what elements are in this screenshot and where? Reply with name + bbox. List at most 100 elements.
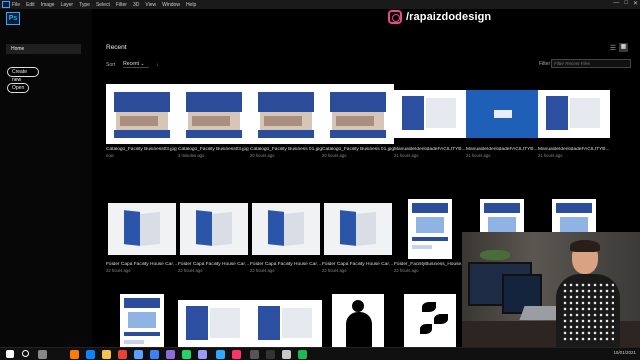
sort-direction-icon[interactable]: ↓ bbox=[157, 62, 160, 68]
list-view-icon[interactable]: ☰ bbox=[610, 44, 616, 52]
file-tile[interactable] bbox=[322, 294, 394, 354]
file-thumbnail[interactable] bbox=[178, 199, 250, 259]
edge-icon[interactable] bbox=[86, 350, 95, 359]
whatsapp-icon[interactable] bbox=[182, 350, 191, 359]
sort-bar: Sort Recent ⌄ ↓ bbox=[106, 61, 159, 68]
file-thumbnail[interactable] bbox=[322, 294, 394, 354]
menu-select[interactable]: Select bbox=[96, 2, 110, 8]
open-button[interactable]: Open bbox=[7, 83, 29, 93]
menu-layer[interactable]: Layer bbox=[61, 2, 74, 8]
menu-type[interactable]: Type bbox=[79, 2, 90, 8]
page-title: Recent bbox=[106, 44, 127, 51]
file-thumbnail[interactable] bbox=[466, 84, 538, 144]
file-tile[interactable]: Folder Capa Facility House Care... 22 hou… bbox=[322, 199, 394, 273]
maximize-button[interactable]: □ bbox=[624, 0, 628, 7]
create-new-button[interactable]: Create new bbox=[7, 67, 39, 83]
file-thumbnail[interactable] bbox=[322, 199, 394, 259]
file-thumbnail[interactable] bbox=[394, 84, 466, 144]
file-name: Catalogo_Facility Business03.jpg bbox=[106, 147, 177, 152]
close-button[interactable]: ✕ bbox=[633, 0, 638, 7]
file-tile[interactable]: Catalogo_Facility Business03.jpg 3 minute… bbox=[178, 84, 250, 158]
file-thumbnail[interactable] bbox=[394, 294, 466, 354]
file-time: 20 hours ago bbox=[250, 153, 275, 158]
sidebar-item-home[interactable]: Home bbox=[6, 44, 81, 54]
minimize-button[interactable]: — bbox=[613, 0, 619, 7]
instagram-overlay: /rapaizdodesign bbox=[388, 10, 491, 24]
grid-view-icon[interactable]: ▦ bbox=[619, 43, 628, 52]
file-thumbnail[interactable] bbox=[178, 84, 250, 144]
indesign-icon[interactable] bbox=[232, 350, 241, 359]
search-icon[interactable] bbox=[22, 350, 29, 357]
file-thumbnail[interactable] bbox=[538, 84, 610, 144]
file-tile[interactable]: Catalogo_Facility Business 01.jpg 20 hour… bbox=[322, 84, 394, 158]
file-time: 21 hours ago bbox=[466, 153, 491, 158]
spotify-icon[interactable] bbox=[298, 350, 307, 359]
sort-label: Sort bbox=[106, 61, 116, 68]
filter-input[interactable] bbox=[551, 59, 631, 68]
file-tile[interactable]: ManualdeIdentidadeFACILITYB... 21 hours a… bbox=[466, 84, 538, 158]
file-name: Folder Capa Facility House Care... bbox=[250, 262, 322, 267]
file-tile[interactable]: ManualdeIdentidadeFACILITYB... 21 hours a… bbox=[394, 84, 466, 158]
file-tile[interactable]: Catalogo_Facility Business03.jpg now bbox=[106, 84, 178, 158]
file-tile[interactable]: Catalogo_Facility Business 01.jpg 20 hour… bbox=[250, 84, 322, 158]
file-tile[interactable] bbox=[106, 294, 178, 354]
file-tile[interactable] bbox=[250, 294, 322, 354]
menu-help[interactable]: Help bbox=[186, 2, 196, 8]
file-tile[interactable]: Folder_FacilityBusiness_House... 22 hours… bbox=[394, 199, 466, 273]
menu-image[interactable]: Image bbox=[41, 2, 55, 8]
menu-window[interactable]: Window bbox=[162, 2, 180, 8]
sort-dropdown[interactable]: Recent ⌄ bbox=[123, 61, 149, 68]
file-thumbnail[interactable] bbox=[250, 294, 322, 354]
file-thumbnail[interactable] bbox=[106, 84, 178, 144]
sort-value: Recent bbox=[123, 61, 140, 67]
illustrator-icon[interactable] bbox=[70, 350, 79, 359]
menu-3d[interactable]: 3D bbox=[133, 2, 139, 8]
file-name: Catalogo_Facility Business 01.jpg bbox=[322, 147, 394, 152]
file-name: Catalogo_Facility Business 01.jpg bbox=[250, 147, 322, 152]
terminal-icon[interactable] bbox=[250, 350, 259, 359]
menu-file[interactable]: File bbox=[12, 2, 20, 8]
obs-icon[interactable] bbox=[266, 350, 275, 359]
browser-icon[interactable] bbox=[282, 350, 291, 359]
file-thumbnail[interactable] bbox=[106, 199, 178, 259]
photos-icon[interactable] bbox=[166, 350, 175, 359]
menu-edit[interactable]: Edit bbox=[26, 2, 35, 8]
file-tile[interactable]: Folder Capa Facility House Care... 22 hou… bbox=[106, 199, 178, 273]
mail-icon[interactable] bbox=[150, 350, 159, 359]
system-clock[interactable]: 15/01/2021 bbox=[613, 350, 636, 355]
taskbar: 15/01/2021 bbox=[0, 347, 640, 360]
file-time: 3 minutes ago bbox=[178, 153, 205, 158]
file-tile[interactable]: Folder Capa Facility House Care... 22 hou… bbox=[178, 199, 250, 273]
file-thumbnail[interactable] bbox=[394, 199, 466, 259]
chrome-icon[interactable] bbox=[118, 350, 127, 359]
file-tile[interactable] bbox=[394, 294, 466, 354]
file-thumbnail[interactable] bbox=[250, 199, 322, 259]
file-time: 21 hours ago bbox=[538, 153, 563, 158]
file-tile[interactable] bbox=[178, 294, 250, 354]
file-thumbnail[interactable] bbox=[250, 84, 322, 144]
premiere-icon[interactable] bbox=[198, 350, 207, 359]
file-name: Folder Capa Facility House Care... bbox=[322, 262, 394, 267]
file-tile[interactable]: ManualdeIdentidadeFACILITYB... 21 hours a… bbox=[538, 84, 610, 158]
file-name: Folder Capa Facility House Care... bbox=[178, 262, 250, 267]
folder-icon[interactable] bbox=[102, 350, 111, 359]
file-thumbnail[interactable] bbox=[178, 294, 250, 354]
menu-view[interactable]: View bbox=[145, 2, 156, 8]
presenter bbox=[556, 240, 620, 347]
photoshop-icon[interactable] bbox=[216, 350, 225, 359]
taskview-icon[interactable] bbox=[38, 350, 47, 359]
windows-icon[interactable] bbox=[6, 350, 14, 358]
file-tile[interactable]: Folder Capa Facility House Care... 22 hou… bbox=[250, 199, 322, 273]
store-icon[interactable] bbox=[134, 350, 143, 359]
chevron-down-icon: ⌄ bbox=[140, 61, 145, 67]
menu-filter[interactable]: Filter bbox=[116, 2, 127, 8]
file-time: 22 hours ago bbox=[106, 268, 131, 273]
photoshop-mini-icon bbox=[2, 1, 10, 8]
file-thumbnail[interactable] bbox=[322, 84, 394, 144]
file-name: Catalogo_Facility Business03.jpg bbox=[178, 147, 249, 152]
file-time: 22 hours ago bbox=[178, 268, 203, 273]
file-time: 22 hours ago bbox=[250, 268, 275, 273]
file-time: now bbox=[106, 153, 114, 158]
file-thumbnail[interactable] bbox=[106, 294, 178, 354]
file-name: ManualdeIdentidadeFACILITYB... bbox=[466, 147, 538, 152]
